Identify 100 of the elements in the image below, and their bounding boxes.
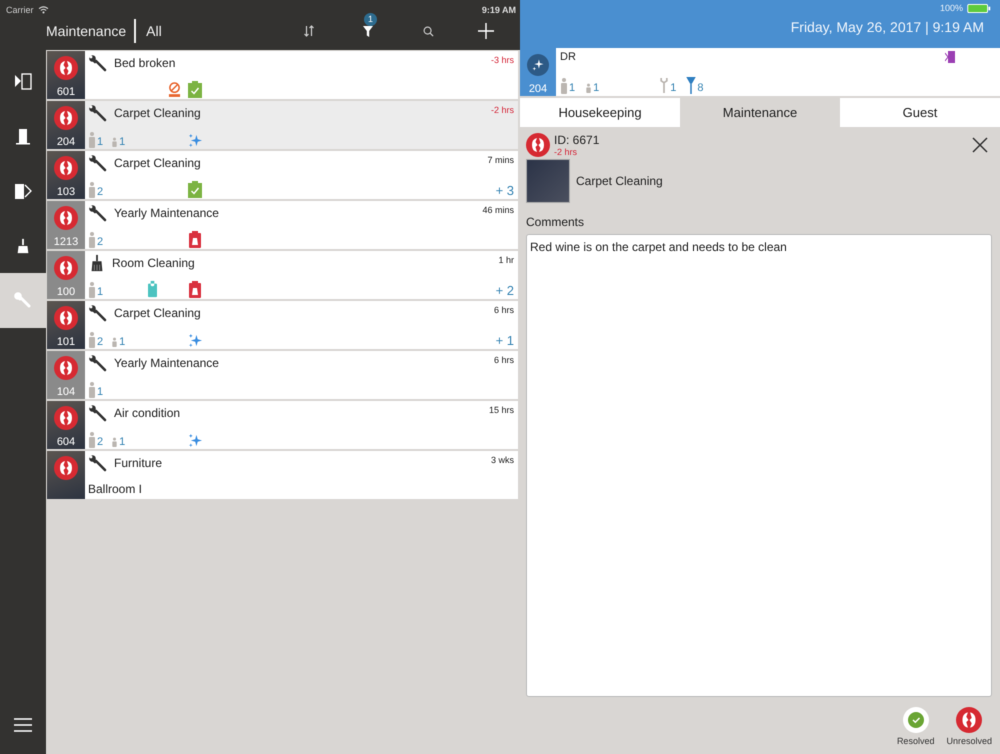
room-count: 1 xyxy=(659,77,676,94)
guest-count: 1 xyxy=(111,132,126,148)
logo-icon xyxy=(54,106,78,130)
task-time: 15 hrs xyxy=(488,405,514,415)
guest-count: 2 xyxy=(88,182,104,198)
status-button[interactable]: Resolved xyxy=(896,707,934,746)
task-title: Carpet Cleaning xyxy=(576,174,663,188)
wrench-icon xyxy=(88,154,108,174)
more-count: + 3 xyxy=(496,183,514,198)
guest-count: 2 xyxy=(88,332,104,348)
do-not-disturb-icon xyxy=(168,81,181,98)
logo-icon xyxy=(956,707,982,733)
room-number: 604 xyxy=(56,435,76,449)
carrier-label: Carrier xyxy=(6,5,34,15)
status-button[interactable]: Unresolved xyxy=(946,707,992,746)
task-row[interactable]: Furniture 3 wks Ballroom I xyxy=(47,451,518,499)
door-icon xyxy=(14,126,32,144)
room-number: 100 xyxy=(56,285,76,299)
battery-icon xyxy=(966,4,992,12)
wrench-icon xyxy=(88,104,108,124)
wifi-icon xyxy=(38,6,49,14)
task-time: 3 wks xyxy=(490,455,514,465)
wrench-icon xyxy=(88,304,108,324)
wrench-icon xyxy=(88,354,108,374)
check-circle-icon xyxy=(902,707,929,733)
comments-field[interactable]: Red wine is on the carpet and needs to be clean xyxy=(526,234,992,697)
task-time: -3 hrs xyxy=(490,55,514,65)
logo-icon xyxy=(54,256,78,280)
guest-count: 1 xyxy=(111,332,126,348)
clock-time: 9:19 AM xyxy=(482,5,516,15)
task-title: Furniture xyxy=(114,456,162,470)
trash-bag-icon xyxy=(188,281,202,298)
task-title: Carpet Cleaning xyxy=(114,156,201,170)
guest-count: 2 xyxy=(88,432,104,448)
logo-icon xyxy=(54,206,78,230)
wrench-icon xyxy=(88,404,108,424)
sparkle-status-icon xyxy=(527,54,549,76)
room-number: 1213 xyxy=(54,235,78,249)
task-title: Carpet Cleaning xyxy=(114,306,201,320)
task-time: 1 hr xyxy=(498,255,514,265)
logo-icon xyxy=(54,156,78,180)
filter-icon[interactable] xyxy=(363,26,373,36)
door-exit-icon xyxy=(945,51,955,63)
room-number: 104 xyxy=(56,385,76,399)
task-row[interactable]: 100 Room Cleaning 1 hr 1 + 2 xyxy=(47,251,518,299)
date-time: Friday, May 26, 2017 | 9:19 AM xyxy=(790,19,984,35)
task-time: -2 hrs xyxy=(554,147,578,157)
comments-label: Comments xyxy=(526,215,586,229)
logo-icon xyxy=(54,306,78,330)
filter-label[interactable]: All xyxy=(146,23,162,39)
door-exit-icon xyxy=(14,182,32,200)
clipboard-check-icon xyxy=(188,81,202,98)
more-count: + 2 xyxy=(496,283,514,298)
task-row[interactable]: 104 Yearly Maintenance 6 hrs 1 xyxy=(47,351,518,399)
guest-count: 1 xyxy=(88,382,104,398)
wrench-icon xyxy=(13,290,33,310)
room-number: 601 xyxy=(56,85,76,99)
task-row[interactable]: 204 Carpet Cleaning -2 hrs 1 1 xyxy=(47,101,518,149)
wrench-icon xyxy=(88,54,108,74)
broom-icon xyxy=(15,238,31,254)
photo-placeholder xyxy=(526,159,570,203)
task-row[interactable]: 1213 Yearly Maintenance 46 mins 2 xyxy=(47,201,518,249)
room-count: 8 xyxy=(686,77,704,94)
sort-icon[interactable] xyxy=(303,25,315,37)
wrench-icon xyxy=(88,454,108,474)
trash-bag-icon xyxy=(188,231,202,248)
room-count: 1 xyxy=(585,77,600,94)
close-icon[interactable] xyxy=(972,137,988,153)
sparkle-icon xyxy=(188,133,203,148)
tab[interactable]: Guest xyxy=(840,98,1000,127)
room-number: 101 xyxy=(56,335,76,349)
task-time: 6 hrs xyxy=(494,355,514,365)
task-time: 7 mins xyxy=(487,155,514,165)
task-id: ID: 6671 xyxy=(554,133,600,147)
filter-count-badge: 1 xyxy=(364,12,377,26)
wrench-icon xyxy=(88,204,108,224)
task-title: Carpet Cleaning xyxy=(114,106,201,120)
screen-title: Maintenance xyxy=(46,23,126,39)
task-row[interactable]: 601 Bed broken -3 hrs xyxy=(47,51,518,99)
room-count: 1 xyxy=(560,77,576,94)
task-title: Air condition xyxy=(114,406,180,420)
battery-percent: 100% xyxy=(940,3,963,13)
task-title: Yearly Maintenance xyxy=(114,356,219,370)
search-icon[interactable] xyxy=(423,26,434,36)
logo-icon xyxy=(54,356,78,380)
room-number: 204 xyxy=(56,135,76,149)
menu-icon[interactable] xyxy=(14,718,32,732)
task-title: Yearly Maintenance xyxy=(114,206,219,220)
task-title: Bed broken xyxy=(114,56,176,70)
sparkle-icon xyxy=(188,433,203,448)
task-row[interactable]: 101 Carpet Cleaning 6 hrs 2 1 + 1 xyxy=(47,301,518,349)
guest-count: 1 xyxy=(88,282,104,298)
logo-icon xyxy=(54,406,78,430)
door-enter-icon xyxy=(14,72,32,90)
guest-count: 1 xyxy=(111,432,126,448)
tab[interactable]: Housekeeping xyxy=(520,98,680,127)
room-number: 204 xyxy=(528,82,548,96)
task-row[interactable]: 604 Air condition 15 hrs 2 1 xyxy=(47,401,518,449)
task-row[interactable]: 103 Carpet Cleaning 7 mins 2 + 3 xyxy=(47,151,518,199)
add-icon[interactable] xyxy=(478,23,494,39)
